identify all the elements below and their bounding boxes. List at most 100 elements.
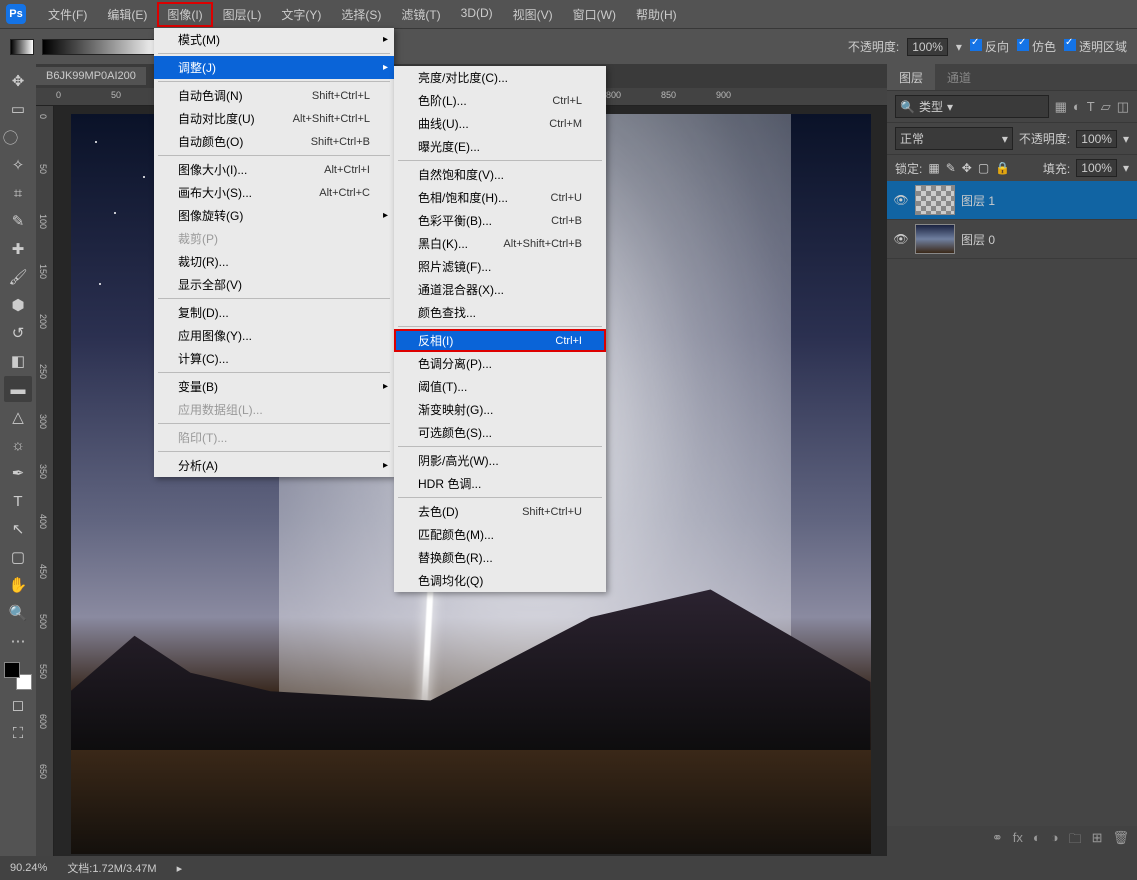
menu-item[interactable]: 色调分离(P)... [394,352,606,375]
visibility-icon[interactable]: 👁 [893,231,909,247]
fx-icon[interactable]: fx [1013,830,1023,852]
menu-item[interactable]: 自动对比度(U)Alt+Shift+Ctrl+L [154,107,394,130]
tab-layers[interactable]: 图层 [887,64,935,90]
menu-item[interactable]: 色相/饱和度(H)...Ctrl+U [394,186,606,209]
menu-item[interactable]: 显示全部(V) [154,273,394,296]
type-tool[interactable]: T [4,488,32,514]
marquee-tool[interactable]: ▭ [4,96,32,122]
menu-item[interactable]: 裁切(R)... [154,250,394,273]
menu-item[interactable]: 自动颜色(O)Shift+Ctrl+B [154,130,394,153]
layer-thumbnail[interactable] [915,185,955,215]
zoom-tool[interactable]: 🔍 [4,600,32,626]
layer-row[interactable]: 👁 图层 1 [887,181,1137,220]
menu-item[interactable]: 反相(I)Ctrl+I [394,329,606,352]
document-tab[interactable]: B6JK99MP0AI200 [36,67,146,85]
menu-item[interactable]: 复制(D)... [154,301,394,324]
filter-adjust-icon[interactable]: ◐ [1073,99,1081,115]
filter-shape-icon[interactable]: ▱ [1101,99,1111,115]
blend-mode-select[interactable]: 正常 ▾ [895,127,1013,150]
wand-tool[interactable]: ✧ [4,152,32,178]
gradient-preview[interactable] [42,39,162,55]
menu-item[interactable]: 去色(D)Shift+Ctrl+U [394,500,606,523]
delete-layer-icon[interactable]: 🗑 [1112,830,1129,852]
menu-item[interactable]: 曝光度(E)... [394,135,606,158]
menu-item[interactable]: 照片滤镜(F)... [394,255,606,278]
reverse-checkbox[interactable]: 反向 [970,38,1009,55]
hand-tool[interactable]: ✋ [4,572,32,598]
lasso-tool[interactable]: ⃝ [4,124,32,150]
lock-all-icon[interactable]: 🔒 [995,161,1010,175]
tab-channels[interactable]: 通道 [935,64,983,90]
layer-row[interactable]: 👁 图层 0 [887,220,1137,259]
layer-name[interactable]: 图层 0 [961,231,995,248]
quickmask-tool[interactable]: ◻ [4,692,32,718]
path-tool[interactable]: ↖ [4,516,32,542]
menu-item[interactable]: 色彩平衡(B)...Ctrl+B [394,209,606,232]
crop-tool[interactable]: ⌗ [4,180,32,206]
menu-item[interactable]: 色阶(L)...Ctrl+L [394,89,606,112]
opacity-chevron-icon[interactable]: ▾ [956,40,962,54]
dodge-tool[interactable]: ☼ [4,432,32,458]
brush-tool[interactable]: 🖌 [4,264,32,290]
zoom-level[interactable]: 90.24% [10,862,47,874]
fill-value[interactable]: 100% [1076,159,1117,177]
lock-position-icon[interactable]: ✥ [962,161,972,175]
adjustment-icon[interactable]: ◑ [1051,830,1059,852]
color-swatches[interactable] [4,662,32,690]
stamp-tool[interactable]: ⬢ [4,292,32,318]
menu-item[interactable]: 应用图像(Y)... [154,324,394,347]
menu-item[interactable]: 黑白(K)...Alt+Shift+Ctrl+B [394,232,606,255]
dither-checkbox[interactable]: 仿色 [1017,38,1056,55]
foreground-color[interactable] [4,662,20,678]
menu-item[interactable]: 变量(B) [154,375,394,398]
menu-y[interactable]: 文字(Y) [271,2,331,27]
menu-item[interactable]: 图像大小(I)...Alt+Ctrl+I [154,158,394,181]
menu-item[interactable]: 曲线(U)...Ctrl+M [394,112,606,135]
lock-pixels-icon[interactable]: ▦ [928,161,939,175]
menu-item[interactable]: 阴影/高光(W)... [394,449,606,472]
layer-filter-select[interactable]: 🔍 类型 ▾ [895,95,1049,118]
menu-l[interactable]: 图层(L) [213,2,272,27]
menu-w[interactable]: 窗口(W) [563,2,626,27]
menu-item[interactable]: 渐变映射(G)... [394,398,606,421]
menu-item[interactable]: 画布大小(S)...Alt+Ctrl+C [154,181,394,204]
menu-dd[interactable]: 3D(D) [451,2,503,27]
gradient-tool[interactable]: ▬ [4,376,32,402]
menu-v[interactable]: 视图(V) [503,2,563,27]
transparency-checkbox[interactable]: 透明区域 [1064,38,1127,55]
layer-opacity-value[interactable]: 100% [1076,130,1117,148]
doc-info-chevron-icon[interactable]: ▸ [177,862,183,875]
mask-icon[interactable]: ◐ [1033,830,1041,852]
eyedropper-tool[interactable]: ✎ [4,208,32,234]
link-layers-icon[interactable]: ⚭ [992,830,1003,852]
menu-h[interactable]: 帮助(H) [626,2,687,27]
menu-item[interactable]: HDR 色调... [394,472,606,495]
filter-smart-icon[interactable]: ◫ [1117,99,1129,115]
menu-item[interactable]: 自动色调(N)Shift+Ctrl+L [154,84,394,107]
menu-item[interactable]: 阈值(T)... [394,375,606,398]
chevron-down-icon[interactable]: ▾ [1123,161,1129,175]
menu-item[interactable]: 通道混合器(X)... [394,278,606,301]
heal-tool[interactable]: ✚ [4,236,32,262]
menu-i[interactable]: 图像(I) [157,2,212,27]
menu-item[interactable]: 计算(C)... [154,347,394,370]
edit-toolbar[interactable]: ⋯ [4,628,32,654]
menu-item[interactable]: 颜色查找... [394,301,606,324]
menu-item[interactable]: 替换颜色(R)... [394,546,606,569]
filter-type-icon[interactable]: T [1087,99,1095,115]
blur-tool[interactable]: △ [4,404,32,430]
layer-name[interactable]: 图层 1 [961,192,995,209]
filter-pixel-icon[interactable]: ▦ [1055,99,1067,115]
new-layer-icon[interactable]: ⊞ [1092,830,1103,852]
menu-item[interactable]: 图像旋转(G) [154,204,394,227]
pen-tool[interactable]: ✒ [4,460,32,486]
visibility-icon[interactable]: 👁 [893,192,909,208]
menu-item[interactable]: 调整(J) [154,56,394,79]
menu-e[interactable]: 编辑(E) [97,2,157,27]
menu-t[interactable]: 滤镜(T) [391,2,450,27]
menu-item[interactable]: 可选颜色(S)... [394,421,606,444]
menu-item[interactable]: 匹配颜色(M)... [394,523,606,546]
chevron-down-icon[interactable]: ▾ [1123,132,1129,146]
menu-item[interactable]: 分析(A) [154,454,394,477]
menu-item[interactable]: 模式(M) [154,28,394,51]
